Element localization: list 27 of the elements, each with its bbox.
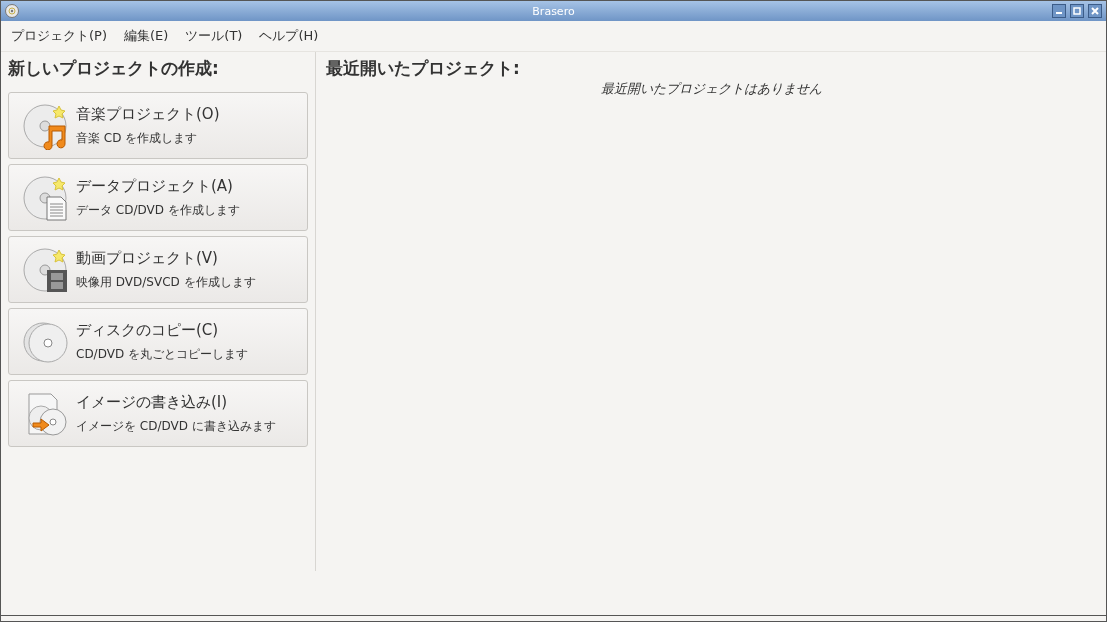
button-description: CD/DVD を丸ごとコピーします [76, 345, 248, 363]
window-title: Brasero [531, 4, 576, 18]
project-button[interactable]: 音楽プロジェクト(O) 音楽 CD を作成します [8, 92, 308, 159]
project-button[interactable]: 動画プロジェクト(V) 映像用 DVD/SVCD を作成します [8, 236, 308, 303]
button-title: データプロジェクト(A) [76, 176, 234, 196]
section-heading: 最近開いたプロジェクト: [326, 57, 521, 80]
button-description: 映像用 DVD/SVCD を作成します [76, 273, 256, 291]
project-button[interactable]: データプロジェクト(A) データ CD/DVD を作成します [8, 164, 308, 231]
project-button[interactable]: ディスクのコピー(C) CD/DVD を丸ごとコピーします [8, 308, 308, 375]
empty-message: 最近開いたプロジェクトはありません [599, 80, 823, 98]
button-title: ディスクのコピー(C) [76, 320, 220, 340]
minimize-icon[interactable] [1052, 4, 1066, 18]
menu-item[interactable]: ヘルプ(H) [259, 27, 319, 45]
maximize-icon[interactable] [1070, 4, 1084, 18]
close-icon[interactable] [1088, 4, 1102, 18]
project-button[interactable]: イメージの書き込み(I) イメージを CD/DVD に書き込みます [8, 380, 308, 447]
button-title: 動画プロジェクト(V) [76, 248, 219, 268]
menu-item[interactable]: プロジェクト(P) [11, 27, 107, 45]
button-title: イメージの書き込み(I) [76, 392, 229, 412]
button-description: イメージを CD/DVD に書き込みます [76, 417, 276, 435]
menu-item[interactable]: ツール(T) [185, 27, 243, 45]
section-heading: 新しいプロジェクトの作成: [8, 57, 220, 80]
disc-icon[interactable] [5, 4, 19, 18]
button-title: 音楽プロジェクト(O) [76, 104, 220, 124]
button-description: 音楽 CD を作成します [76, 129, 199, 147]
menu-item[interactable]: 編集(E) [124, 27, 169, 45]
button-description: データ CD/DVD を作成します [76, 201, 240, 219]
